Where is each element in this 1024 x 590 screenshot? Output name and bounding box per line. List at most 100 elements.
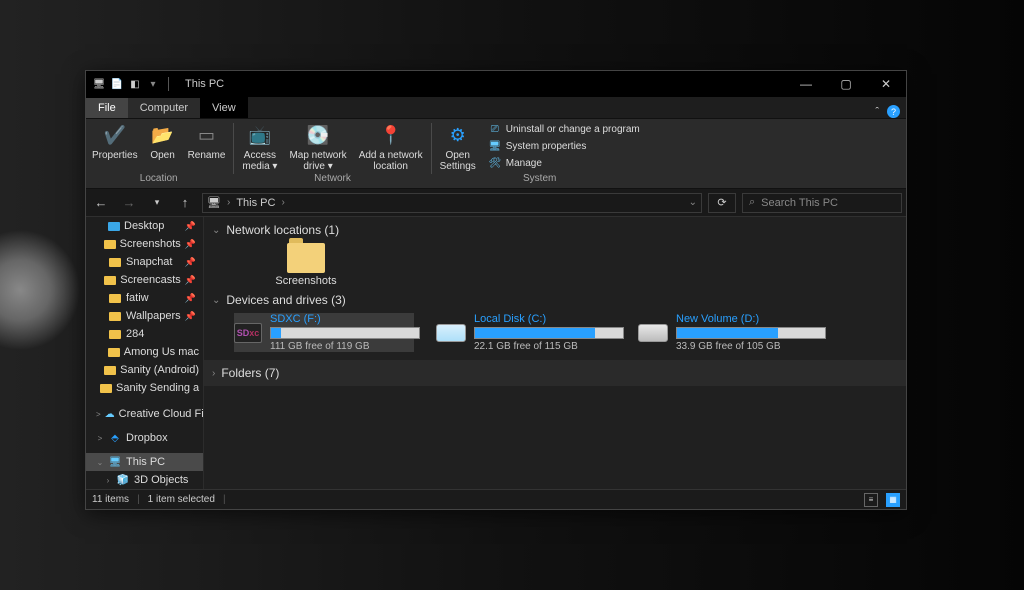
drive-name: Local Disk (C:) (474, 313, 624, 325)
status-selected-count: 1 item selected (148, 494, 215, 505)
group-label-location: Location (140, 173, 178, 186)
qat-properties-icon[interactable]: 📄 (110, 77, 124, 91)
add-network-location-button[interactable]: 📍 Add a network location (353, 119, 429, 172)
pin-icon: 📌 (185, 311, 199, 322)
system-properties-button[interactable]: 🖥 System properties (488, 138, 640, 154)
sidebar-item[interactable]: Desktop📌 (86, 217, 203, 235)
up-button[interactable]: ↑ (174, 192, 196, 214)
map-network-drive-button[interactable]: 💽 Map network drive ▾ (283, 119, 352, 172)
drive-item[interactable]: Local Disk (C:)22.1 GB free of 115 GB (436, 313, 616, 352)
details-view-button[interactable]: ≡ (864, 493, 878, 507)
map-drive-icon: 💽 (305, 122, 331, 148)
chevron-down-icon: ⌄ (212, 225, 220, 236)
media-icon: 📺 (247, 122, 273, 148)
open-folder-icon: 📂 (150, 122, 176, 148)
group-label-network: Network (314, 173, 351, 186)
app-icon: 🖥 (92, 77, 106, 91)
address-bar[interactable]: 🖥 › This PC › ⌄ (202, 193, 702, 213)
drive-free-text: 111 GB free of 119 GB (270, 341, 420, 352)
drive-usage-bar (676, 327, 826, 339)
sidebar-item[interactable]: Snapchat📌 (86, 253, 203, 271)
sidebar-item[interactable]: Wallpapers📌 (86, 307, 203, 325)
network-location-item[interactable]: Screenshots (266, 243, 346, 287)
group-devices-and-drives[interactable]: ⌄ Devices and drives (3) (204, 287, 906, 313)
crumb-sep-icon: › (281, 197, 284, 208)
group-network-locations[interactable]: ⌄ Network locations (1) (204, 217, 906, 243)
search-icon: ⌕ (749, 196, 755, 209)
properties-icon: ✔️ (102, 122, 128, 148)
back-button[interactable]: ← (90, 192, 112, 214)
folder-icon (287, 243, 325, 273)
crumb-sep-icon: › (227, 197, 230, 208)
drive-usage-bar (474, 327, 624, 339)
drive-free-text: 22.1 GB free of 115 GB (474, 341, 624, 352)
titlebar[interactable]: 🖥 📄 ◧ ▾ This PC — ▢ ✕ (86, 71, 906, 97)
drive-item[interactable]: SDxcSDXC (F:)111 GB free of 119 GB (234, 313, 414, 352)
group-folders[interactable]: › Folders (7) (204, 360, 906, 386)
pin-icon: 📌 (185, 257, 199, 268)
add-location-icon: 📍 (378, 122, 404, 148)
sysprops-icon: 🖥 (488, 139, 502, 153)
pin-icon: 📌 (185, 275, 199, 286)
this-pc-icon: 🖥 (207, 196, 221, 209)
tiles-view-button[interactable]: ▦ (886, 493, 900, 507)
sidebar-item[interactable]: Sanity Sending a (86, 379, 203, 397)
tab-computer[interactable]: Computer (128, 97, 200, 118)
sidebar-item[interactable]: 284 (86, 325, 203, 343)
pin-icon: 📌 (185, 239, 199, 250)
search-placeholder: Search This PC (761, 197, 838, 209)
disk-icon (638, 324, 668, 342)
navigation-bar: ← → ▾ ↑ 🖥 › This PC › ⌄ ⟳ ⌕ Search This … (86, 189, 906, 217)
settings-icon: ⚙ (445, 122, 471, 148)
sidebar-item-this-pc[interactable]: ⌄🖥This PC (86, 453, 203, 471)
maximize-button[interactable]: ▢ (826, 71, 866, 97)
file-explorer-window: 🖥 📄 ◧ ▾ This PC — ▢ ✕ File Computer View… (85, 70, 907, 510)
sidebar-item[interactable]: Among Us mac (86, 343, 203, 361)
chevron-right-icon: › (212, 368, 215, 379)
navigation-pane[interactable]: Desktop📌Screenshots📌Snapchat📌Screencasts… (86, 217, 204, 489)
sidebar-item[interactable]: fatiw📌 (86, 289, 203, 307)
sidebar-item[interactable]: ›🧊3D Objects (86, 471, 203, 489)
properties-button[interactable]: ✔️ Properties (86, 119, 144, 161)
ribbon-tab-strip: File Computer View ˆ ? (86, 97, 906, 119)
content-pane[interactable]: ⌄ Network locations (1) Screenshots ⌄ De… (204, 217, 906, 489)
address-dropdown-icon[interactable]: ⌄ (689, 197, 697, 208)
sidebar-item[interactable]: Screenshots📌 (86, 235, 203, 253)
status-bar: 11 items | 1 item selected | ≡ ▦ (86, 489, 906, 509)
drive-name: SDXC (F:) (270, 313, 420, 325)
sidebar-section[interactable]: >☁Creative Cloud Fil (86, 405, 203, 423)
forward-button[interactable]: → (118, 192, 140, 214)
manage-icon: 🛠 (488, 156, 502, 170)
drive-name: New Volume (D:) (676, 313, 826, 325)
sidebar-section[interactable]: >⬘Dropbox (86, 429, 203, 447)
chevron-down-icon: ⌄ (212, 295, 220, 306)
minimize-button[interactable]: — (786, 71, 826, 97)
open-button[interactable]: 📂 Open (144, 119, 182, 161)
manage-button[interactable]: 🛠 Manage (488, 155, 640, 171)
uninstall-icon: ⎚ (488, 122, 502, 136)
qat-customize-icon[interactable]: ▾ (146, 77, 160, 91)
rename-icon: ▭ (193, 122, 219, 148)
refresh-button[interactable]: ⟳ (708, 193, 736, 213)
tab-view[interactable]: View (200, 97, 248, 118)
rename-button[interactable]: ▭ Rename (182, 119, 232, 161)
sdcard-icon: SDxc (234, 323, 262, 343)
access-media-button[interactable]: 📺 Access media ▾ (236, 119, 283, 172)
sidebar-item[interactable]: Sanity (Android) (86, 361, 203, 379)
pin-icon: 📌 (185, 221, 199, 232)
drive-item[interactable]: New Volume (D:)33.9 GB free of 105 GB (638, 313, 818, 352)
collapse-ribbon-button[interactable]: ˆ (875, 106, 879, 118)
sidebar-item[interactable]: Screencasts📌 (86, 271, 203, 289)
help-icon[interactable]: ? (887, 105, 900, 118)
breadcrumb-root[interactable]: This PC (236, 197, 275, 209)
close-button[interactable]: ✕ (866, 71, 906, 97)
uninstall-program-button[interactable]: ⎚ Uninstall or change a program (488, 121, 640, 137)
qat-pin-icon[interactable]: ◧ (128, 77, 142, 91)
tab-file[interactable]: File (86, 97, 128, 118)
ribbon: ✔️ Properties 📂 Open ▭ Rename Location 📺 (86, 119, 906, 189)
window-title: This PC (185, 78, 224, 90)
search-input[interactable]: ⌕ Search This PC (742, 193, 902, 213)
status-item-count: 11 items (92, 494, 129, 505)
open-settings-button[interactable]: ⚙ Open Settings (434, 119, 482, 172)
history-dropdown[interactable]: ▾ (146, 192, 168, 214)
